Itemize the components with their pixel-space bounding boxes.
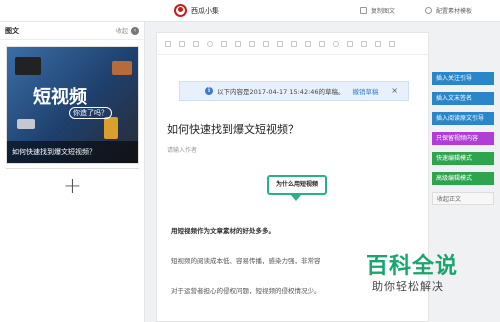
link-icon[interactable] xyxy=(319,40,325,47)
insert-follow-guide-button[interactable]: 插入关注引导 xyxy=(432,72,494,85)
settings-icon xyxy=(425,7,432,14)
info-icon: i xyxy=(205,87,213,95)
app-logo[interactable]: 西瓜小集 xyxy=(174,4,219,17)
article-card[interactable]: 短视频 你造了吗？ 如何快速找到爆文短视频？ xyxy=(6,46,139,164)
article-thumbnail: 短视频 你造了吗？ 如何快速找到爆文短视频？ xyxy=(7,47,138,163)
template-settings-label: 配置素材模板 xyxy=(436,8,473,15)
paragraph: 对于运营者担心的侵权问题，短视频的侵权情况少。 xyxy=(171,287,321,295)
paragraph: 短视频的阅读成本低、容易传播，感染力强，非常容 xyxy=(171,257,321,265)
color-icon[interactable] xyxy=(207,40,213,47)
panel-title: 图文 xyxy=(5,26,19,35)
draft-notice-text: 以下内容是2017-04-17 15:42:46的草稿。 xyxy=(217,88,345,96)
emoji-icon[interactable] xyxy=(333,40,339,47)
article-list-panel: 图文 收起 ‹ 短视频 你造了吗？ 如何快速找到爆文短视频？ + xyxy=(0,22,145,322)
indent-icon[interactable] xyxy=(277,40,283,47)
app-name: 西瓜小集 xyxy=(191,6,219,15)
bold-icon[interactable] xyxy=(165,40,171,47)
thumbnail-subtitle: 你造了吗？ xyxy=(69,107,112,119)
watermark: 百科全说 助你轻松解决 xyxy=(360,248,500,300)
italic-icon[interactable] xyxy=(179,40,185,47)
editor-toolbar xyxy=(157,33,428,55)
insert-signature-button[interactable]: 插入文末签名 xyxy=(432,92,494,105)
template-settings-button[interactable]: 配置素材模板 xyxy=(425,6,472,15)
undo-icon[interactable] xyxy=(361,40,367,47)
top-bar: 西瓜小集 复制图文 配置素材模板 xyxy=(0,0,500,22)
callout-box: 为什么用短视频 xyxy=(267,175,327,195)
logo-icon xyxy=(174,4,187,17)
article-card-caption: 如何快速找到爆文短视频？ xyxy=(7,141,138,163)
underline-icon[interactable] xyxy=(193,40,199,47)
redo-icon[interactable] xyxy=(375,40,381,47)
align-left-icon[interactable] xyxy=(221,40,227,47)
clear-format-icon[interactable] xyxy=(389,40,395,47)
copy-article-label: 复制图文 xyxy=(371,8,396,15)
callout-pointer xyxy=(291,195,301,201)
thumbnail-title: 短视频 xyxy=(33,87,87,108)
collapse-body-button[interactable]: 收起正文 xyxy=(432,192,494,205)
clapper-image xyxy=(17,119,35,129)
panel-header: 图文 收起 ‹ xyxy=(0,22,144,40)
add-article-button[interactable]: + xyxy=(6,168,139,204)
image-icon[interactable] xyxy=(291,40,297,47)
watermark-subtitle: 助你轻松解决 xyxy=(372,280,444,293)
undo-draft-link[interactable]: 撤销草稿 xyxy=(353,86,379,96)
article-title[interactable]: 如何快速找到爆文短视频？ xyxy=(167,121,299,137)
advanced-edit-mode-button[interactable]: 高级编辑模式 xyxy=(432,172,494,185)
watermark-title: 百科全说 xyxy=(366,254,459,279)
align-right-icon[interactable] xyxy=(249,40,255,47)
insert-read-original-button[interactable]: 插入阅读原文引导 xyxy=(432,112,494,125)
align-center-icon[interactable] xyxy=(235,40,241,47)
paragraph: 用短视频作为文章素材的好处多多。 xyxy=(171,227,275,235)
quick-edit-mode-button[interactable]: 快速编辑模式 xyxy=(432,152,494,165)
chevron-left-icon: ‹ xyxy=(131,26,139,35)
close-icon[interactable]: × xyxy=(391,86,398,95)
table-icon[interactable] xyxy=(347,40,353,47)
video-icon[interactable] xyxy=(305,40,311,47)
popcorn-image xyxy=(104,117,118,139)
camera-image xyxy=(15,57,41,75)
copy-article-button[interactable]: 复制图文 xyxy=(360,6,395,15)
keep-video-only-button[interactable]: 只保留视频内容 xyxy=(432,132,494,145)
author-field[interactable]: 请输入作者 xyxy=(167,145,197,154)
collapse-button[interactable]: 收起 ‹ xyxy=(116,26,139,35)
collapse-label: 收起 xyxy=(115,28,128,35)
copy-icon xyxy=(360,7,367,14)
right-action-column: 插入关注引导 插入文末签名 插入阅读原文引导 只保留视频内容 快速编辑模式 高级… xyxy=(432,72,494,212)
film-image xyxy=(112,61,132,75)
list-icon[interactable] xyxy=(263,40,269,47)
draft-notice: i 以下内容是2017-04-17 15:42:46的草稿。 撤销草稿 × xyxy=(179,81,409,101)
